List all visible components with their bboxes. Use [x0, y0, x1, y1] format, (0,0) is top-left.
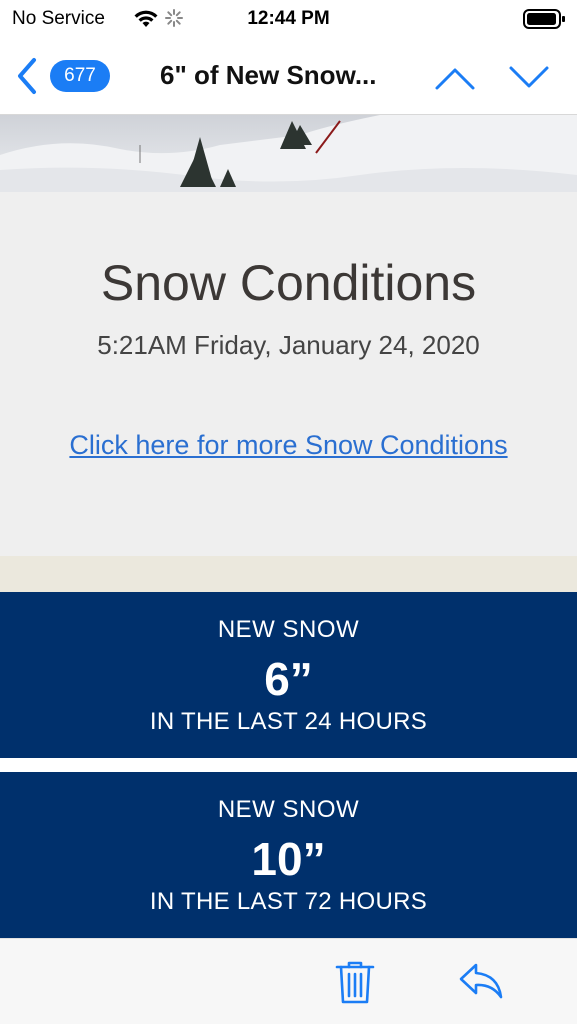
battery-icon	[523, 9, 565, 29]
clock-time: 12:44 PM	[247, 8, 330, 29]
new-snow-72h-panel: NEW SNOW 10” IN THE LAST 72 HOURS	[0, 772, 577, 938]
snowy-slope-image	[0, 115, 577, 192]
panel-label: NEW SNOW	[217, 796, 360, 823]
snow-amount: 6”	[264, 653, 313, 705]
trash-icon[interactable]	[334, 959, 376, 1005]
divider-strip	[0, 556, 577, 592]
message-nav-bar: 677 6" of New Snow...	[0, 38, 577, 115]
section-heading: Snow Conditions	[100, 255, 477, 311]
new-snow-24h-panel: NEW SNOW 6” IN THE LAST 24 HOURS	[0, 592, 577, 758]
back-chevron-icon[interactable]	[12, 54, 42, 98]
panel-period: IN THE LAST 24 HOURS	[149, 708, 428, 735]
report-datetime: 5:21AM Friday, January 24, 2020	[97, 330, 480, 360]
bottom-toolbar	[0, 938, 577, 1024]
chevron-up-icon[interactable]	[434, 60, 476, 94]
reply-icon[interactable]	[458, 961, 504, 1001]
snow-conditions-section: Snow Conditions 5:21AM Friday, January 2…	[0, 192, 577, 556]
chevron-down-icon[interactable]	[508, 60, 550, 94]
snow-amount: 10”	[251, 833, 326, 885]
panel-period: IN THE LAST 72 HOURS	[149, 888, 428, 915]
unread-count-badge[interactable]: 677	[50, 60, 110, 92]
status-bar: No Service 12:44 PM	[0, 0, 577, 38]
panel-label: NEW SNOW	[217, 616, 360, 643]
message-subject-title: 6" of New Snow...	[160, 60, 377, 90]
mail-message-screen: No Service 12:44 PM 677 6" of New Snow..…	[0, 0, 577, 1024]
more-snow-conditions-link[interactable]: Click here for more Snow Conditions	[0, 430, 577, 461]
